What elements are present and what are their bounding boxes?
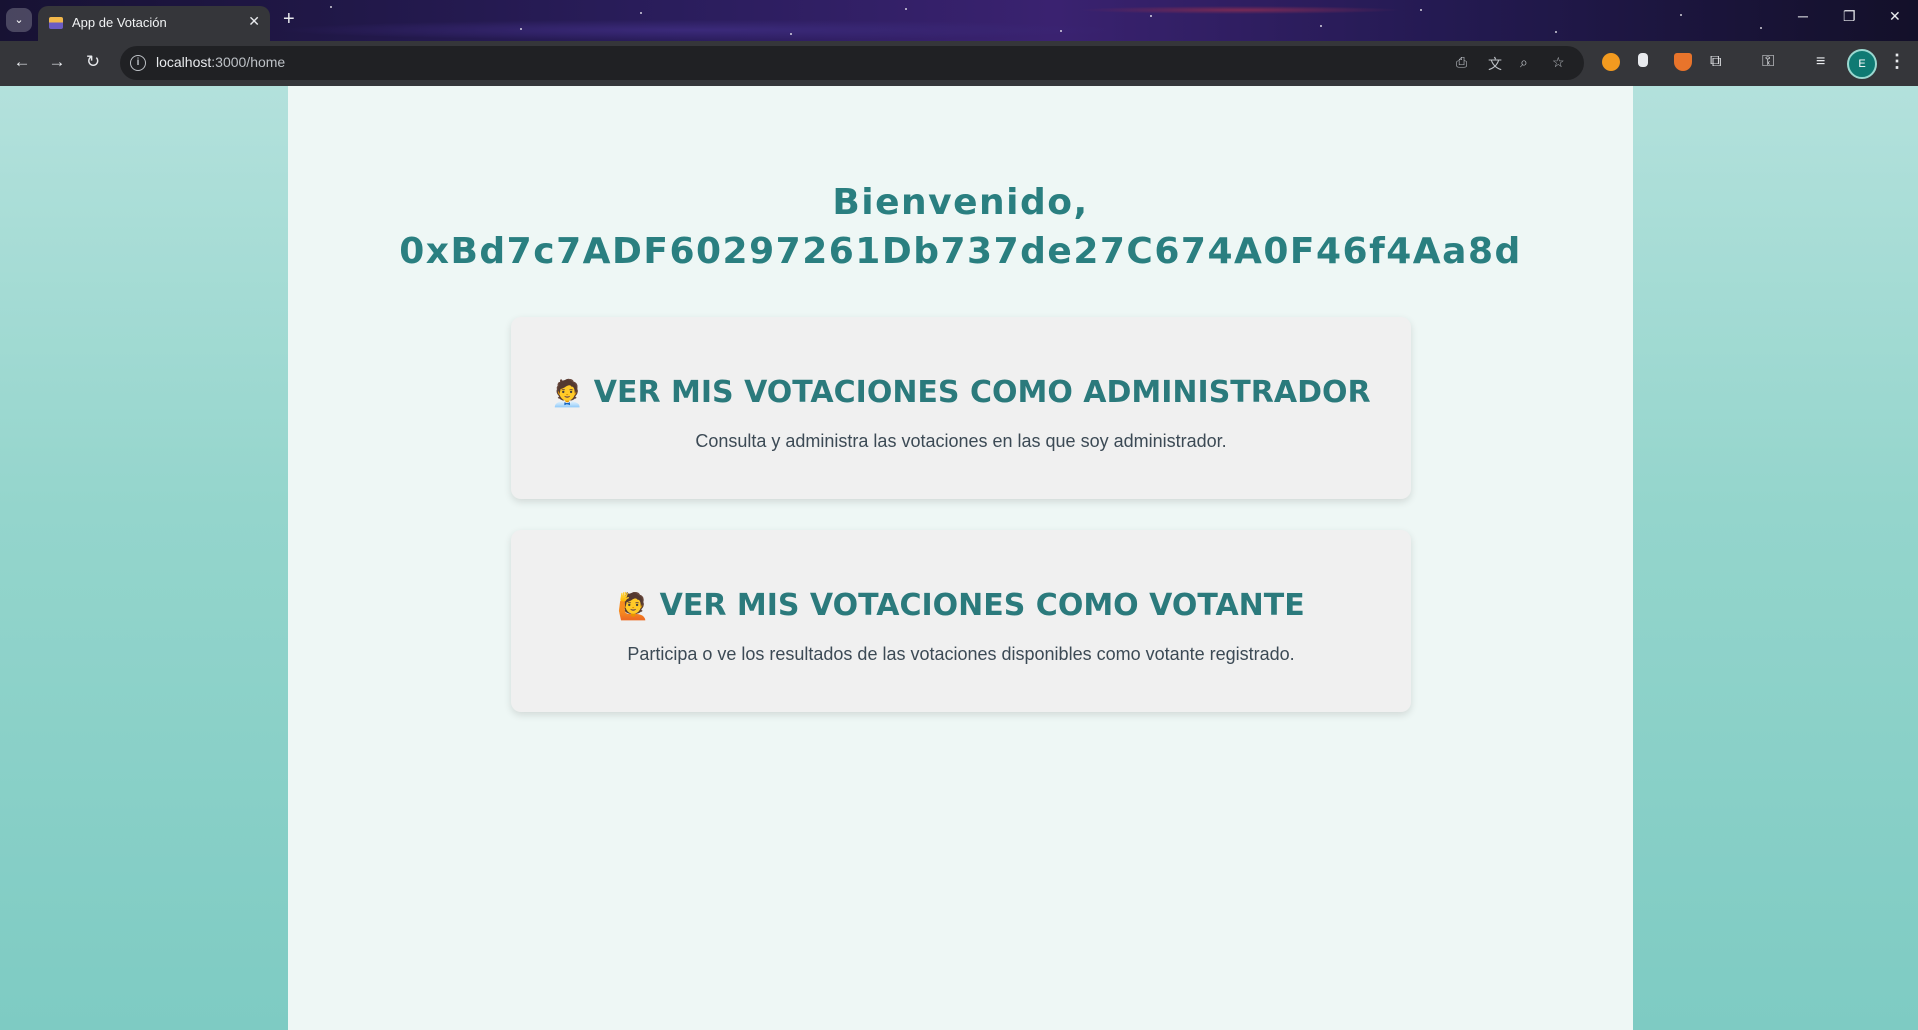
ballot-box-icon <box>49 17 63 29</box>
restore-icon[interactable]: ❐ <box>1843 8 1856 25</box>
profile-avatar[interactable]: E <box>1847 49 1877 79</box>
minimize-icon[interactable]: ─ <box>1798 8 1808 24</box>
tab-search-button[interactable]: ⌄ <box>6 8 32 32</box>
zoom-icon[interactable]: ⌕ <box>1520 54 1528 71</box>
url-host: localhost <box>156 54 212 70</box>
background-star <box>1320 25 1322 27</box>
voter-votes-card[interactable]: 🙋 VER MIS VOTACIONES COMO VOTANTE Partici… <box>511 530 1411 712</box>
close-window-icon[interactable]: ✕ <box>1889 8 1901 25</box>
background-star <box>1150 15 1152 17</box>
background-star <box>1060 30 1062 32</box>
browser-menu-icon[interactable]: ⋮ <box>1888 51 1906 72</box>
extension-orange-icon[interactable] <box>1602 53 1620 71</box>
media-queue-icon[interactable]: ≡ <box>1816 52 1825 72</box>
page-viewport: Bienvenido, 0xBd7c7ADF60297261Db737de27C… <box>0 86 1918 1030</box>
url-text: localhost:3000/home <box>156 54 285 70</box>
welcome-heading: Bienvenido, 0xBd7c7ADF60297261Db737de27C… <box>288 178 1633 276</box>
admin-votes-card[interactable]: 🧑‍💼 VER MIS VOTACIONES COMO ADMINISTRADOR… <box>511 317 1411 499</box>
raising-hand-icon: 🙋 <box>617 592 650 622</box>
background-star <box>640 12 642 14</box>
card-title: 🧑‍💼 VER MIS VOTACIONES COMO ADMINISTRADOR <box>511 375 1411 412</box>
admin-card-title: VER MIS VOTACIONES COMO ADMINISTRADOR <box>593 375 1371 410</box>
wallet-address: 0xBd7c7ADF60297261Db737de27C674A0F46f4Aa… <box>399 231 1522 272</box>
install-app-icon[interactable]: ⎙ <box>1456 54 1467 71</box>
voter-card-description: Participa o ve los resultados de las vot… <box>627 644 1295 664</box>
new-tab-button[interactable]: + <box>283 7 295 31</box>
background-star <box>1760 27 1762 29</box>
back-arrow-icon[interactable]: ← <box>11 52 33 72</box>
background-star <box>790 33 792 35</box>
chevron-down-icon: ⌄ <box>14 14 24 26</box>
extension-file-icon[interactable] <box>1638 53 1648 67</box>
forward-arrow-icon[interactable]: → <box>46 52 68 72</box>
office-worker-icon: 🧑‍💼 <box>551 379 584 409</box>
tab-title: App de Votación <box>72 15 167 30</box>
background-star <box>1555 31 1557 33</box>
metamask-fox-icon[interactable] <box>1674 53 1692 71</box>
translate-icon[interactable]: 文 <box>1488 54 1502 74</box>
site-info-icon[interactable]: i <box>130 55 146 71</box>
voter-card-title: VER MIS VOTACIONES COMO VOTANTE <box>659 588 1305 623</box>
address-bar[interactable]: i localhost:3000/home ⎙ 文 ⌕ ☆ <box>120 46 1584 80</box>
background-star <box>905 8 907 10</box>
card-title: 🙋 VER MIS VOTACIONES COMO VOTANTE <box>511 588 1411 625</box>
main-panel: Bienvenido, 0xBd7c7ADF60297261Db737de27C… <box>288 86 1633 1030</box>
close-tab-icon[interactable]: ✕ <box>248 13 260 30</box>
background-star <box>330 6 332 8</box>
url-path: :3000/home <box>211 54 286 70</box>
welcome-greeting: Bienvenido, <box>832 182 1089 223</box>
browser-tabstrip: ⌄ App de Votación ✕ + ─ ❐ ✕ <box>0 0 1918 41</box>
extensions-puzzle-icon[interactable]: ⧉ <box>1710 52 1721 72</box>
browser-toolbar: ← → ↻ i localhost:3000/home ⎙ 文 ⌕ ☆ ⧉ ⚿ … <box>0 41 1918 86</box>
reload-icon[interactable]: ↻ <box>82 52 104 72</box>
bookmark-star-icon[interactable]: ☆ <box>1552 54 1565 71</box>
background-star <box>1680 14 1682 16</box>
browser-tab-active[interactable]: App de Votación ✕ <box>38 6 270 41</box>
admin-card-description: Consulta y administra las votaciones en … <box>695 431 1227 451</box>
background-star <box>520 28 522 30</box>
password-key-icon[interactable]: ⚿ <box>1762 52 1774 72</box>
background-star <box>1420 9 1422 11</box>
